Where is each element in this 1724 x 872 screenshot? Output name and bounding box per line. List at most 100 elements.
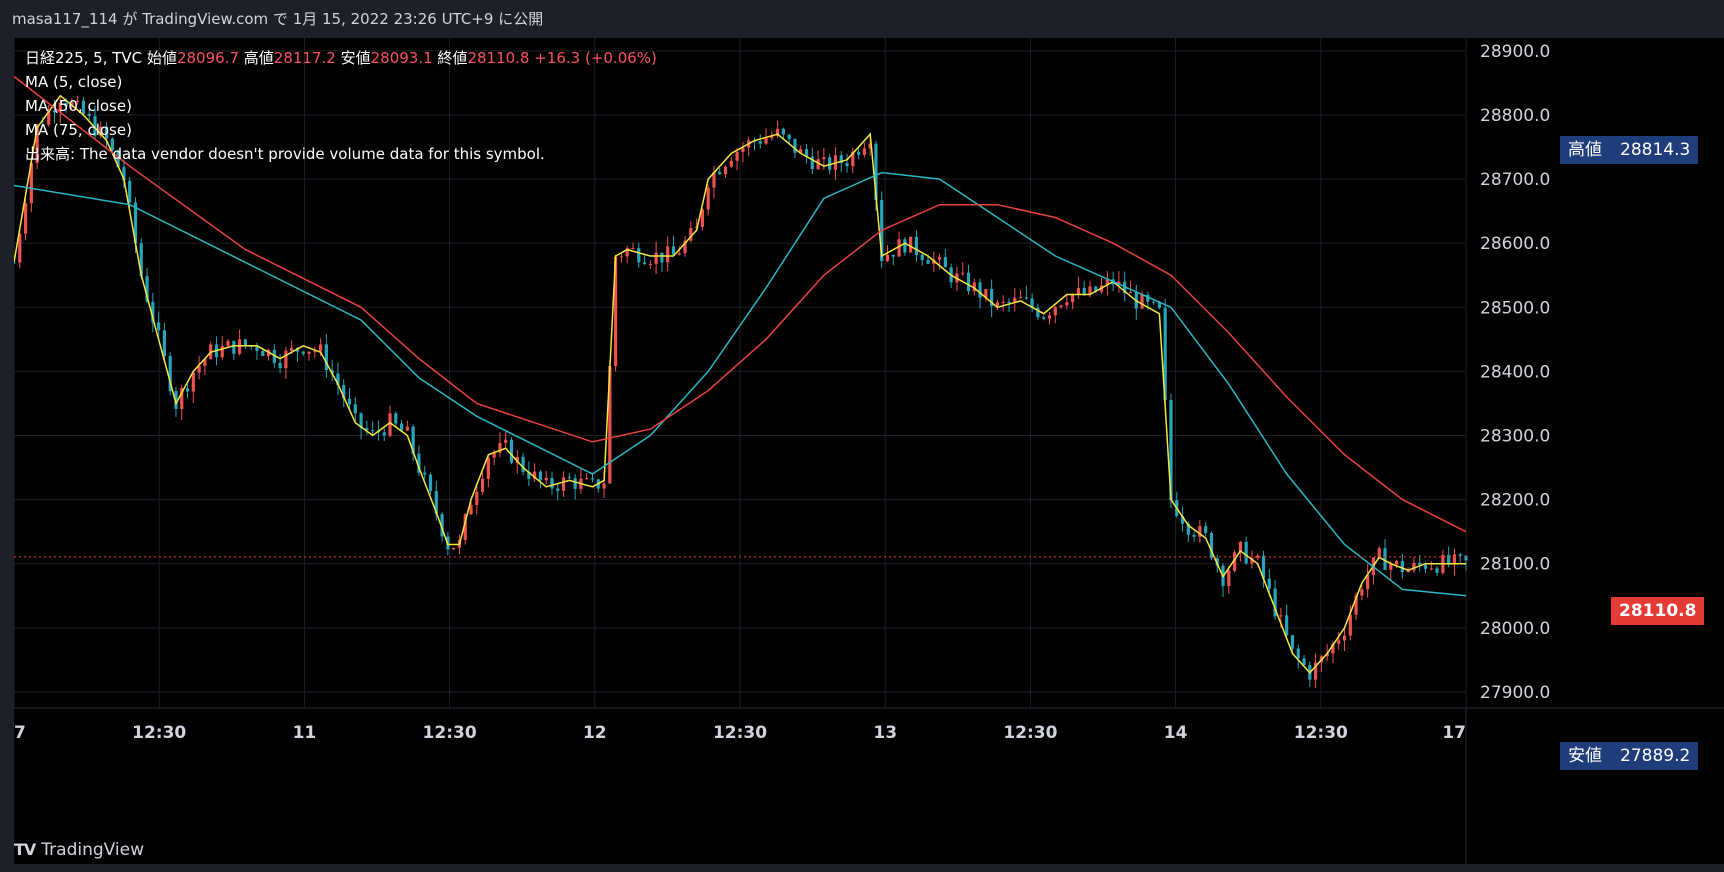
- time-tick-label: 11: [293, 723, 317, 743]
- candle-body: [1018, 297, 1023, 299]
- candle-body: [220, 345, 224, 358]
- chart-svg[interactable]: 27900.0 28000.0 28100.0 28200.0 28300.0 28400…: [14, 38, 1724, 864]
- candle-body: [261, 350, 265, 356]
- candle-body: [185, 388, 190, 392]
- candle-body: [1435, 568, 1439, 573]
- candle-body: [405, 426, 409, 431]
- candle-body: [1001, 301, 1005, 303]
- candle-body: [619, 256, 624, 258]
- candle-body: [110, 138, 114, 151]
- last-price-badge: 28110.8: [1611, 597, 1705, 625]
- candle-body: [1279, 615, 1283, 617]
- candle-body: [937, 256, 942, 260]
- footer-brand[interactable]: TradingView: [41, 836, 144, 864]
- price-axis[interactable]: 27900.0 28000.0 28100.0 28200.0 28300.0 28400…: [1480, 42, 1550, 703]
- high-badge-label: 高値: [1568, 140, 1602, 160]
- price-tick-label: 28600.0: [1480, 234, 1550, 254]
- candle-body: [452, 547, 456, 550]
- candle-body: [128, 180, 132, 203]
- attribution-bar: masa117_114 が TradingView.com で 1月 15, 2…: [0, 0, 1724, 38]
- time-tick-label: 12:30: [1003, 723, 1057, 743]
- time-axis[interactable]: 7 12:30 11 12:30 12 12:30 13 12:30 14 12:30 17: [14, 723, 1466, 743]
- candle-body: [41, 124, 45, 126]
- candle-body: [585, 478, 589, 480]
- candle-body: [1007, 301, 1011, 303]
- candle-body: [226, 340, 230, 346]
- candle-body: [677, 253, 681, 255]
- candle-body: [1458, 554, 1462, 556]
- candle-body: [1140, 294, 1144, 309]
- candle-body: [284, 350, 288, 369]
- candle-body: [394, 413, 398, 424]
- candle-body: [1267, 578, 1271, 589]
- price-tick-label: 28300.0: [1480, 427, 1550, 447]
- candle-body: [1071, 294, 1075, 303]
- candle-body: [822, 157, 826, 160]
- candle-body: [1296, 648, 1300, 659]
- price-tick-label: 28200.0: [1480, 491, 1550, 511]
- candle-body: [1394, 560, 1399, 565]
- candle-body: [521, 456, 525, 472]
- candle-body: [1447, 554, 1451, 565]
- candle-body: [1377, 548, 1381, 558]
- candle-body: [891, 254, 895, 257]
- candle-body: [1082, 287, 1086, 295]
- candle-body: [1429, 568, 1433, 570]
- candle-body: [290, 347, 294, 351]
- candle-body: [561, 477, 566, 491]
- candle-body: [64, 102, 68, 107]
- candle-body: [1290, 635, 1295, 649]
- candle-body: [423, 472, 427, 475]
- candle-body: [671, 246, 676, 255]
- candle-body: [23, 203, 28, 234]
- candle-body: [590, 478, 595, 480]
- price-tick-label: 27900.0: [1480, 683, 1550, 703]
- candle-body: [1065, 302, 1069, 306]
- candle-body: [666, 246, 670, 263]
- candle-body: [1389, 564, 1393, 570]
- candle-body: [538, 471, 543, 481]
- candle-body: [1042, 317, 1046, 319]
- candle-body: [1053, 307, 1057, 316]
- candle-body: [845, 163, 849, 167]
- time-tick-label: 12:30: [713, 723, 767, 743]
- candle-body: [1128, 292, 1133, 294]
- time-tick-label: 12:30: [1294, 723, 1348, 743]
- candle-body: [966, 272, 971, 292]
- candle-body: [706, 187, 710, 210]
- candle-body: [1024, 297, 1028, 299]
- tradingview-logo-icon[interactable]: TV: [14, 836, 36, 864]
- candle-body: [307, 351, 311, 354]
- candle-body: [648, 263, 652, 265]
- candle-body: [978, 282, 982, 298]
- candle-body: [428, 474, 433, 492]
- candle-body: [903, 239, 907, 253]
- time-tick-label: 13: [873, 723, 897, 743]
- high-price-badge: 高値 28814.3: [1560, 136, 1699, 164]
- time-tick-label: 12: [583, 723, 607, 743]
- candle-body: [278, 362, 282, 369]
- price-tick-label: 28500.0: [1480, 298, 1550, 318]
- price-tick-label: 28400.0: [1480, 362, 1550, 382]
- candle-body: [602, 483, 606, 489]
- candle-body: [486, 457, 490, 479]
- time-tick-label: 17: [1442, 723, 1466, 743]
- candle-body: [1244, 541, 1248, 564]
- candle-body: [232, 340, 236, 354]
- low-badge-label: 安値: [1568, 746, 1602, 766]
- time-tick-label: 14: [1164, 723, 1188, 743]
- chart-area[interactable]: 27900.0 28000.0 28100.0 28200.0 28300.0 28400…: [14, 38, 1724, 864]
- candles: [14, 95, 1468, 689]
- candle-body: [556, 488, 560, 491]
- candle-body: [764, 138, 768, 144]
- candle-body: [238, 339, 242, 354]
- candle-body: [509, 439, 514, 463]
- candle-body: [76, 100, 80, 103]
- candle-body: [1452, 554, 1457, 565]
- candle-body: [191, 372, 195, 392]
- candle-body: [243, 339, 247, 346]
- candle-body: [162, 330, 166, 356]
- candle-body: [87, 114, 91, 117]
- candle-body: [637, 248, 641, 263]
- candle-body: [544, 477, 548, 481]
